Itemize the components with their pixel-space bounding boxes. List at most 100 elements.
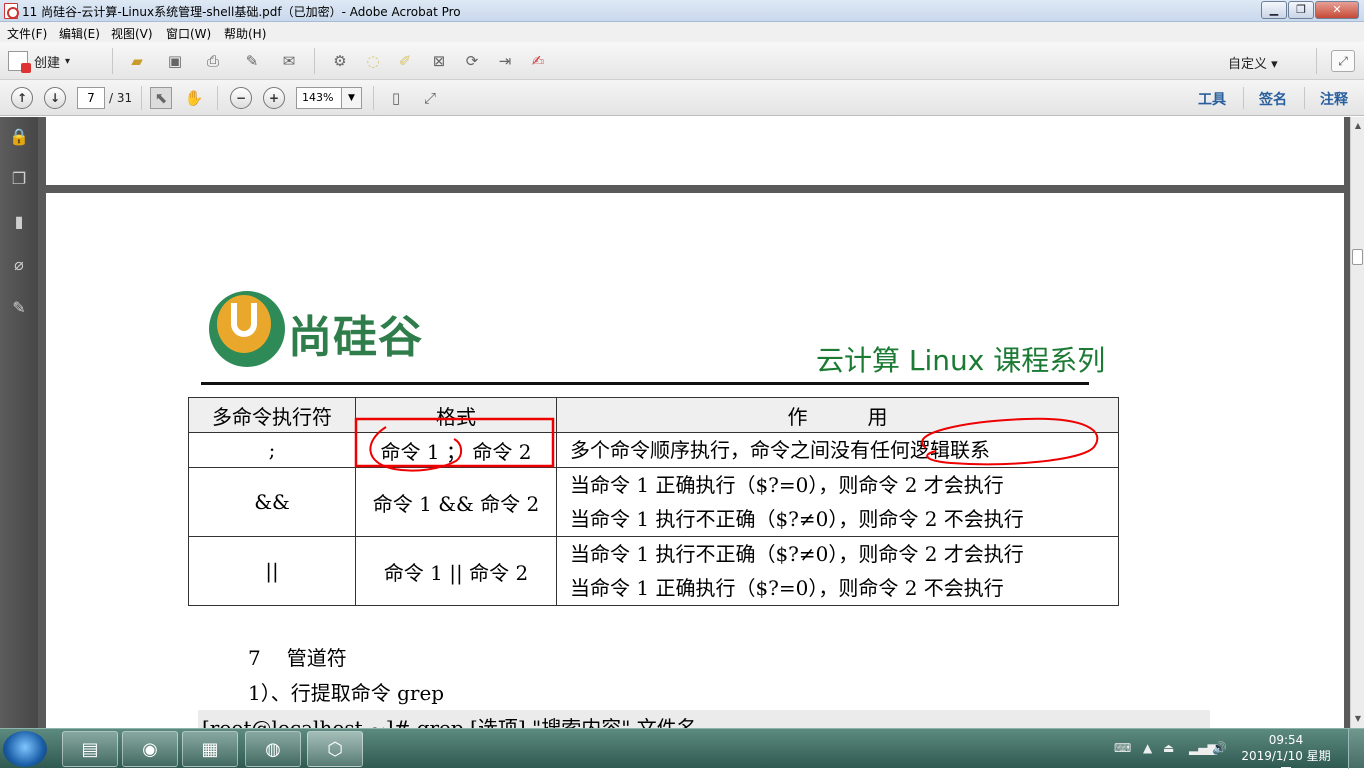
document-viewer[interactable]: 尚硅谷 云计算 Linux 课程系列 多命令执行符 格式 作 用 ; 命令 1 …	[38, 117, 1350, 728]
chevron-down-icon: ▾	[65, 55, 71, 67]
menu-window[interactable]: 窗口(W)	[166, 25, 211, 42]
menu-view[interactable]: 视图(V)	[111, 25, 153, 42]
scroll-thumb[interactable]	[1352, 249, 1363, 265]
table-row: || 命令 1 || 命令 2 当命令 1 执行不正确（$?≠0），则命令 2 …	[188, 536, 1119, 606]
fit-page-icon[interactable]: ▯	[385, 87, 407, 109]
tab-comment[interactable]: 注释	[1320, 89, 1348, 109]
table-cell-desc: 多个命令顺序执行，命令之间没有任何逻辑联系	[556, 432, 1119, 468]
table-cell-symbol: &&	[188, 467, 356, 537]
bookmark-icon[interactable]: ▮	[9, 212, 29, 232]
desc-line: 当命令 1 执行不正确（$?≠0），则命令 2 不会执行	[570, 507, 1024, 531]
scroll-up-icon[interactable]: ▲	[1351, 119, 1364, 133]
expand-icon[interactable]: ⤢	[1331, 50, 1355, 72]
start-button[interactable]	[3, 731, 47, 767]
toolbar-divider	[1243, 87, 1244, 109]
minimize-button[interactable]: ▁	[1261, 1, 1287, 19]
table-cell-format: 命令 1 ； 命令 2	[355, 432, 557, 468]
hand-tool-icon[interactable]: ✋	[183, 87, 205, 109]
create-pdf-icon	[8, 51, 31, 73]
next-page-icon[interactable]: ↓	[44, 87, 66, 109]
chrome-icon[interactable]: ◉	[122, 731, 178, 767]
page-thumbnails-icon[interactable]: ❐	[9, 169, 29, 189]
logo: 尚硅谷	[206, 289, 486, 369]
table-header: 格式	[355, 397, 557, 433]
section-title: 管道符	[286, 646, 347, 670]
section-number: 7	[248, 646, 261, 670]
sign-icon[interactable]: ✍	[527, 50, 549, 72]
previous-page	[46, 117, 1344, 185]
zoom-out-icon[interactable]: −	[230, 87, 252, 109]
title-bar: 11 尚硅谷-云计算-Linux系统管理-shell基础.pdf（已加密）- A…	[0, 0, 1364, 22]
zoom-input[interactable]: 143%	[296, 87, 342, 109]
print-icon[interactable]: ⎙	[202, 50, 224, 72]
course-series-title: 云计算 Linux 课程系列	[816, 344, 1106, 377]
menu-file[interactable]: 文件(F)	[7, 25, 47, 42]
page-number-input[interactable]: 7	[77, 87, 105, 109]
volume-icon[interactable]: 🔊	[1212, 741, 1227, 755]
page-extract-icon[interactable]: ⇥	[494, 50, 516, 72]
logo-text: 尚硅谷	[288, 312, 423, 363]
navigation-toolbar: ↑ ↓ 7 / 31 ⬉ ✋ − + 143% ▼ ▯ ⤢ 工具 签名 注释	[0, 80, 1364, 116]
sub-heading: 1）、行提取命令 grep	[248, 681, 445, 705]
open-folder-icon[interactable]: ▰	[126, 50, 148, 72]
clock[interactable]: 09:54 2019/1/10 星期四	[1238, 732, 1334, 780]
table-row: ; 命令 1 ； 命令 2 多个命令顺序执行，命令之间没有任何逻辑联系	[188, 432, 1119, 468]
create-label: 创建	[34, 55, 61, 71]
table-cell-desc: 当命令 1 执行不正确（$?≠0），则命令 2 才会执行 当命令 1 正确执行（…	[556, 536, 1119, 606]
tray-expand-icon[interactable]: ▲	[1143, 741, 1152, 755]
menu-help[interactable]: 帮助(H)	[224, 25, 266, 42]
keyboard-icon[interactable]: ⌨	[1114, 741, 1131, 755]
menu-edit[interactable]: 编辑(E)	[59, 25, 100, 42]
toolbar-divider	[217, 86, 218, 110]
maximize-button[interactable]: ❐	[1288, 1, 1314, 19]
zoom-in-icon[interactable]: +	[263, 87, 285, 109]
edit-icon[interactable]: ✎	[241, 50, 263, 72]
main-toolbar: 创建 ▾ ▰ ▣ ⎙ ✎ ✉ ⚙ ◌ ✐ ⊠ ⟳ ⇥ ✍ 自定义 ▾ ⤢	[0, 42, 1364, 80]
toolbar-divider	[373, 86, 374, 110]
attachment-icon[interactable]: ⌀	[9, 255, 29, 275]
chevron-down-icon[interactable]: ▼	[342, 87, 362, 109]
comment-icon[interactable]: ◌	[362, 50, 384, 72]
customize-dropdown[interactable]: 自定义 ▾	[1228, 53, 1278, 72]
page-total: / 31	[109, 91, 133, 105]
tab-tools[interactable]: 工具	[1198, 89, 1226, 109]
taskbar: ▤ ◉ ▦ ◍ ⬡ ⌨ ▲ ⏏ ▂▄▆ 🔊 09:54 2019/1/10 星期…	[0, 728, 1364, 779]
table-header-row: 多命令执行符 格式 作 用	[188, 397, 1119, 433]
page-rotate-icon[interactable]: ⟳	[461, 50, 483, 72]
code-block: [root@localhost ~]# grep [选项] "搜索内容" 文件名	[198, 710, 1210, 728]
page-delete-icon[interactable]: ⊠	[428, 50, 450, 72]
vertical-scrollbar[interactable]: ▲ ▼	[1350, 117, 1364, 728]
table-header: 作 用	[556, 397, 1119, 433]
fit-width-icon[interactable]: ⤢	[419, 87, 441, 109]
window-title: 11 尚硅谷-云计算-Linux系统管理-shell基础.pdf（已加密）- A…	[22, 5, 461, 19]
select-tool-icon[interactable]: ⬉	[150, 87, 172, 109]
show-desktop-button[interactable]	[1348, 729, 1364, 769]
clock-date: 2019/1/10 星期四	[1241, 749, 1331, 779]
desc-line: 当命令 1 正确执行（$?=0），则命令 2 才会执行	[570, 473, 1004, 497]
save-icon[interactable]: ▣	[164, 50, 186, 72]
clock-time: 09:54	[1268, 733, 1304, 747]
lock-icon[interactable]: 🔒	[9, 127, 29, 147]
previous-page-icon[interactable]: ↑	[11, 87, 33, 109]
header-rule	[201, 382, 1089, 385]
tab-sign[interactable]: 签名	[1259, 89, 1287, 109]
desc-line: 当命令 1 执行不正确（$?≠0），则命令 2 才会执行	[570, 542, 1024, 566]
close-button[interactable]: ✕	[1315, 1, 1359, 19]
toolbar-divider	[112, 48, 113, 74]
app-icon[interactable]: ▦	[182, 731, 238, 767]
file-explorer-icon[interactable]: ▤	[62, 731, 118, 767]
usb-icon[interactable]: ⏏	[1163, 741, 1174, 755]
email-icon[interactable]: ✉	[278, 50, 300, 72]
toolbar-divider	[314, 48, 315, 74]
acrobat-task-icon[interactable]: ⬡	[307, 731, 363, 767]
highlight-icon[interactable]: ✐	[394, 50, 416, 72]
signature-icon[interactable]: ✎	[9, 298, 29, 318]
scroll-down-icon[interactable]: ▼	[1351, 712, 1364, 726]
section-heading: 7 管道符	[248, 642, 347, 671]
create-button[interactable]: 创建 ▾	[8, 50, 71, 73]
table-cell-format: 命令 1 && 命令 2	[355, 467, 557, 537]
gear-icon[interactable]: ⚙	[329, 50, 351, 72]
acrobat-icon	[4, 3, 19, 19]
shell-app-icon[interactable]: ◍	[245, 731, 301, 767]
toolbar-divider	[1316, 48, 1317, 74]
